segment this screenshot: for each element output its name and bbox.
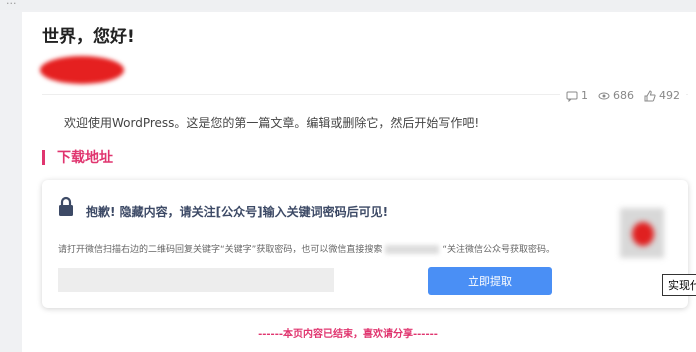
- hidden-content-title: 抱歉! 隐藏内容，请关注[公众号]输入关键词密码后可见!: [86, 205, 389, 219]
- description-part1: 请打开微信扫描右边的二维码回复关键字“关键字”获取密码，也可以微信直接搜索: [58, 245, 383, 255]
- like-button[interactable]: 492: [644, 89, 680, 102]
- section-accent-bar: [42, 149, 45, 165]
- end-note: ------本页内容已结束，喜欢请分享------: [258, 329, 438, 340]
- redacted-author: [40, 56, 124, 84]
- qr-code-redaction: [632, 222, 654, 246]
- lock-icon: [59, 196, 73, 216]
- view-count: 686: [598, 89, 634, 102]
- top-strip: ...: [0, 0, 696, 10]
- thumbs-up-icon: [644, 89, 656, 101]
- extract-button[interactable]: 立即提取: [428, 267, 552, 295]
- post-meta: 1 686 492: [560, 87, 686, 104]
- comment-count[interactable]: 1: [566, 89, 588, 102]
- section-title: 下载地址: [57, 150, 113, 166]
- view-count-value: 686: [613, 89, 634, 102]
- tooltip: 实现代码: [662, 274, 696, 296]
- description-part2: “关注微信公众号获取密码。: [442, 245, 555, 255]
- eye-icon: [598, 92, 610, 99]
- hidden-content-box: 抱歉! 隐藏内容，请关注[公众号]输入关键词密码后可见! 请打开微信扫描右边的二…: [42, 180, 688, 308]
- like-count-value: 492: [659, 89, 680, 102]
- redacted-account-name: [385, 245, 440, 254]
- download-section-heading: 下载地址: [42, 148, 113, 166]
- hidden-content-description: 请打开微信扫描右边的二维码回复关键字“关键字”获取密码，也可以微信直接搜索 “关注…: [58, 242, 555, 255]
- password-input[interactable]: [58, 268, 334, 292]
- breadcrumb: ...: [6, 0, 17, 7]
- comment-count-value: 1: [581, 89, 588, 102]
- post-intro: 欢迎使用WordPress。这是您的第一篇文章。编辑或删除它，然后开始写作吧!: [64, 116, 480, 130]
- comment-icon: [566, 91, 578, 102]
- post-title: 世界，您好!: [42, 27, 135, 47]
